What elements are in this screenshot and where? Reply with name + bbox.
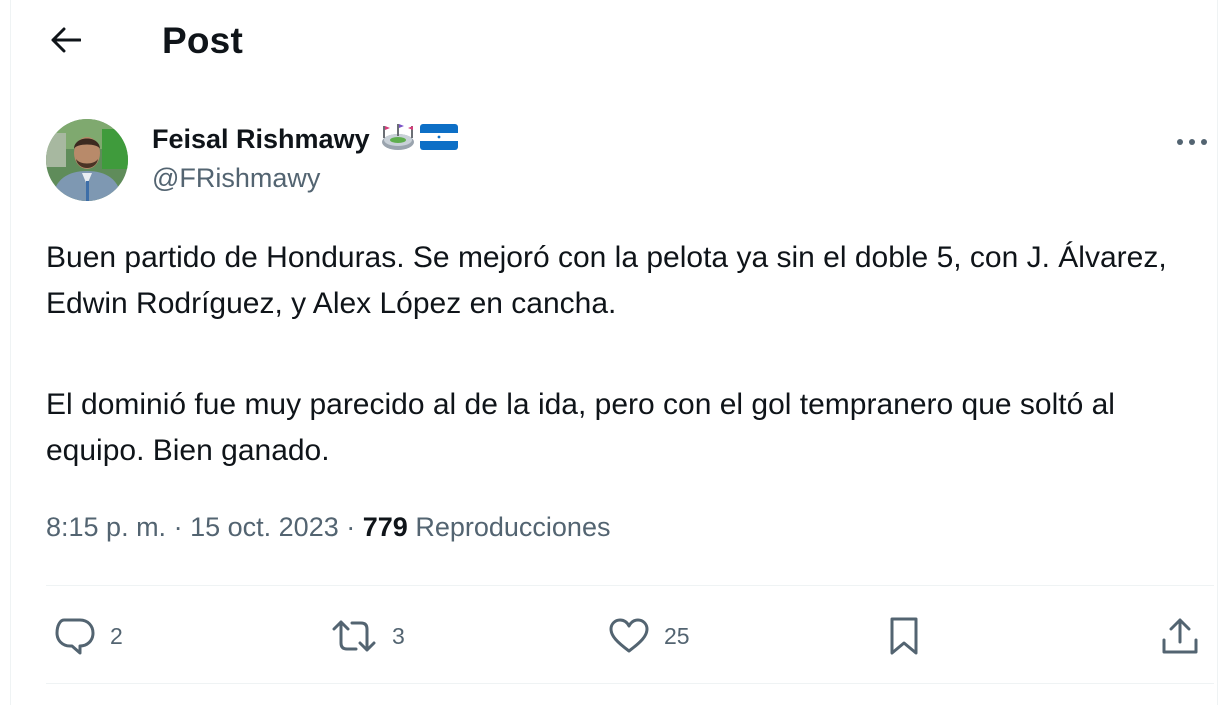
share-button[interactable]: [1160, 614, 1200, 658]
action-bar: 2 3 25: [0, 600, 1224, 670]
tweet-paragraph: El dominió fue muy parecido al de la ida…: [46, 388, 1115, 467]
meta-separator: ·: [346, 512, 356, 542]
tweet-paragraph: Buen partido de Honduras. Se mejoró con …: [46, 241, 1167, 320]
tweet-time[interactable]: 8:15 p. m.: [46, 512, 166, 542]
author-name[interactable]: Feisal Rishmawy: [152, 124, 370, 155]
tweet-date[interactable]: 15 oct. 2023: [190, 512, 339, 542]
divider: [46, 585, 1214, 586]
meta-separator: ·: [173, 512, 183, 542]
more-options-button[interactable]: [1166, 124, 1218, 160]
avatar[interactable]: [46, 119, 128, 201]
heart-icon: [608, 618, 650, 654]
tweet-metadata: 8:15 p. m. · 15 oct. 2023 · 779 Reproduc…: [46, 512, 610, 543]
share-icon: [1160, 616, 1200, 656]
repost-icon: [330, 619, 378, 653]
like-count: 25: [664, 622, 690, 649]
views-count: 779: [362, 512, 408, 542]
arrow-left-icon: [51, 27, 82, 58]
bookmark-button[interactable]: [886, 614, 922, 658]
tweet-text: Buen partido de Honduras. Se mejoró con …: [46, 235, 1216, 474]
honduras-flag-icon: [419, 123, 458, 155]
name-badges: [380, 122, 458, 157]
repost-count: 3: [392, 622, 405, 649]
like-button[interactable]: 25: [608, 614, 690, 658]
author-name-row: Feisal Rishmawy: [152, 120, 458, 158]
bookmark-icon: [886, 616, 922, 656]
page-title: Post: [162, 20, 243, 61]
header: Post: [0, 0, 1224, 82]
back-button[interactable]: [44, 20, 88, 64]
reply-button[interactable]: 2: [54, 614, 123, 658]
reply-icon: [54, 617, 96, 655]
views-label: Reproducciones: [415, 512, 611, 542]
repost-button[interactable]: 3: [330, 614, 405, 658]
author-handle[interactable]: @FRishmawy: [152, 163, 320, 194]
divider: [46, 683, 1214, 684]
more-dots-icon: [1176, 133, 1208, 151]
reply-count: 2: [110, 622, 123, 649]
stadium-emoji-icon: [380, 122, 416, 157]
